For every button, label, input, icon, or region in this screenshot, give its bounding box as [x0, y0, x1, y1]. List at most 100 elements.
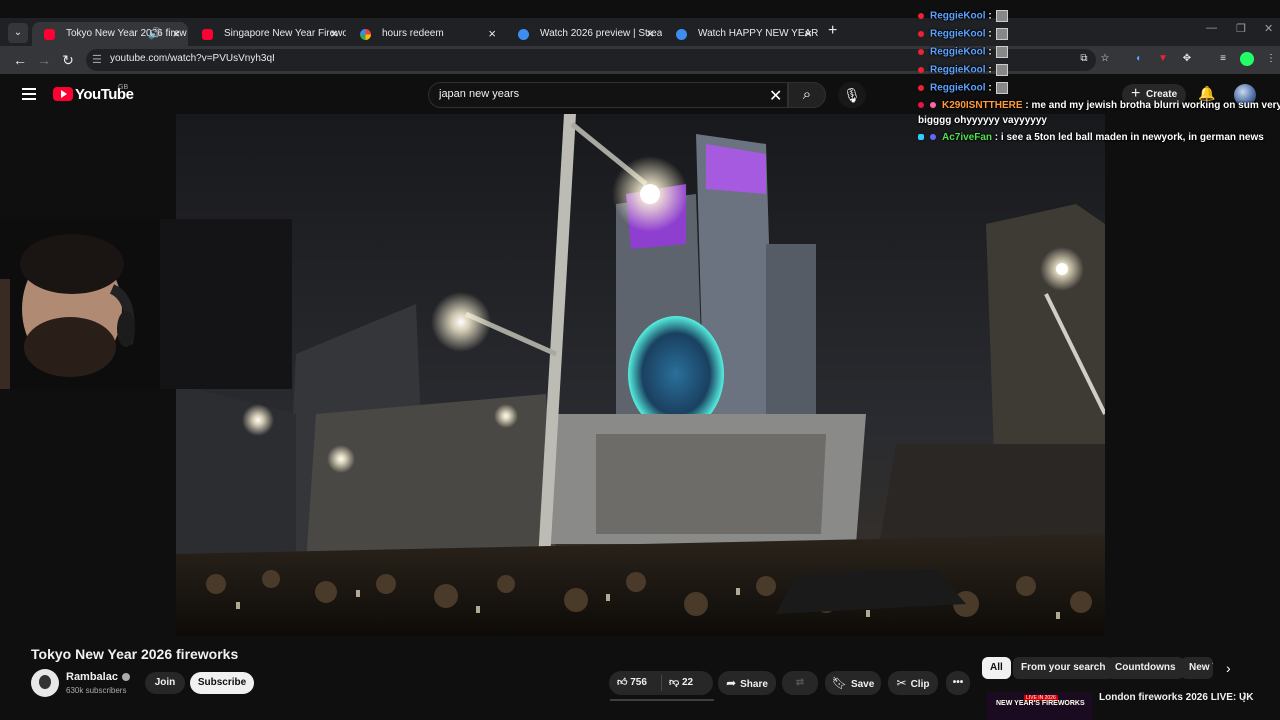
recommendation-title[interactable]: London fireworks 2026 LIVE: UK [1099, 692, 1253, 703]
chat-badge-icon [918, 67, 924, 73]
chat-message: ReggieKool : [918, 28, 1008, 40]
chat-message: ReggieKool : [918, 64, 1008, 76]
search-input[interactable] [439, 88, 759, 100]
stream-chat-overlay: ReggieKool : ReggieKool : ReggieKool : R… [914, 0, 1280, 150]
url-text: youtube.com/watch?v=PVUsVnyh3qI [110, 53, 275, 64]
chat-emote-icon [995, 64, 1008, 76]
thumbs-up-icon: 👍︎ [617, 677, 631, 688]
chip-countdowns[interactable]: Countdowns [1107, 657, 1184, 679]
microphone-icon: 🎙 [843, 87, 861, 103]
streamable-favicon-icon [518, 29, 529, 40]
tab-streamable-2026[interactable]: Watch 2026 preview | Streamab × [506, 22, 662, 46]
more-actions-button[interactable]: ••• [946, 671, 970, 695]
scissors-icon: ✂ [896, 676, 907, 690]
recommendation-thumbnail[interactable]: LIVE IN 2026 NEW YEAR'S FIREWORKS [986, 692, 1092, 720]
close-icon[interactable]: × [646, 22, 654, 46]
thumbs-down-icon: 👎︎ [669, 677, 682, 688]
search-box: ✕ [428, 82, 788, 108]
youtube-logo-icon[interactable] [53, 87, 73, 101]
join-button[interactable]: Join [145, 672, 185, 694]
more-horizontal-icon: ••• [952, 677, 964, 688]
chat-message-continuation: bigggg ohyyyyyy vayyyyyy [918, 115, 1047, 126]
save-button[interactable]: 🔖︎ Save [825, 671, 881, 695]
subscriber-count: 630k subscribers [66, 686, 127, 695]
chip-from-your-search[interactable]: From your search [1013, 657, 1114, 679]
like-dislike-group: 👍︎ 756 👎︎ 22 [609, 671, 713, 695]
chat-emote-icon [995, 82, 1008, 94]
close-icon[interactable]: × [172, 22, 180, 46]
close-icon[interactable]: × [330, 22, 338, 46]
bookmark-icon: 🔖︎ [831, 676, 847, 690]
dislike-button[interactable]: 👎︎ 22 [669, 671, 693, 695]
chat-username: ReggieKool [930, 28, 986, 40]
chat-username: ReggieKool [930, 64, 986, 76]
streamable-favicon-icon [676, 29, 687, 40]
reload-icon[interactable]: ↻ [59, 51, 77, 69]
tab-search-button[interactable]: ⌄ [8, 23, 28, 43]
tab-singapore[interactable]: Singapore New Year Fireworks × [190, 22, 346, 46]
youtube-favicon-icon [202, 29, 213, 40]
like-count: 756 [630, 677, 647, 688]
search-button[interactable]: ⌕ [788, 82, 826, 108]
screen: ⌄ Tokyo New Year 2026 firew 🔊 × Singapor… [0, 0, 1280, 720]
subscribe-button[interactable]: Subscribe [190, 672, 254, 694]
tab-streamable-happy[interactable]: Watch HAPPY NEW YEAR | Stre × [664, 22, 820, 46]
chat-text: i see a 5ton led ball maden in newyork, … [1000, 132, 1264, 143]
tab-title: Singapore New Year Fireworks [224, 28, 346, 39]
chat-username: ReggieKool [930, 82, 986, 94]
chat-badge-icon [918, 49, 924, 55]
clip-label: Clip [910, 679, 930, 690]
clip-button[interactable]: ✂ Clip [888, 671, 938, 695]
video-player[interactable] [176, 114, 1105, 636]
chat-badge-icon [930, 134, 936, 141]
chat-badge-icon [918, 85, 924, 91]
close-icon[interactable]: × [804, 22, 812, 46]
chat-username: ReggieKool [930, 46, 986, 58]
chat-username: Ac7iveFan [942, 132, 993, 143]
verified-badge-icon [121, 673, 130, 682]
channel-name[interactable]: Rambalac [66, 671, 130, 683]
chat-badge-icon [918, 134, 924, 141]
channel-avatar[interactable] [31, 669, 59, 697]
forward-icon[interactable]: → [35, 51, 53, 69]
dislike-count: 22 [681, 677, 694, 688]
chat-message: ReggieKool : [918, 82, 1008, 94]
tab-title: Watch HAPPY NEW YEAR | Stre [698, 28, 820, 39]
chevron-right-icon[interactable]: › [1226, 660, 1231, 676]
close-icon[interactable]: × [488, 22, 496, 46]
video-frame [176, 114, 1105, 636]
tab-hours-redeem[interactable]: hours redeem × [348, 22, 504, 46]
voice-search-button[interactable]: 🎙 [838, 82, 866, 108]
chip-new-year[interactable]: New Y [1181, 657, 1213, 679]
youtube-favicon-icon [44, 29, 55, 40]
more-vertical-icon[interactable]: ⋮ [1238, 690, 1250, 704]
chat-emote-icon [995, 46, 1008, 58]
like-divider [661, 675, 662, 691]
share-button[interactable]: ➦ Share [718, 671, 776, 695]
like-button[interactable]: 👍︎ 756 [617, 671, 647, 695]
chip-all[interactable]: All [982, 657, 1011, 679]
chat-text: me and my jewish brotha blurri working o… [1031, 100, 1280, 111]
tab-tokyo[interactable]: Tokyo New Year 2026 firew 🔊 × [32, 22, 188, 46]
clear-search-icon[interactable]: ✕ [769, 86, 782, 106]
back-icon[interactable]: ← [11, 51, 29, 69]
region-label: GB [118, 84, 129, 91]
chat-emote-icon [995, 28, 1008, 40]
chat-message: ReggieKool : [918, 46, 1008, 58]
chat-username: K290ISNTTHERE [942, 100, 1023, 111]
new-tab-icon[interactable]: + [828, 22, 837, 40]
chat-text: bigggg ohyyyyyy vayyyyyy [918, 115, 1047, 126]
channel-name-text: Rambalac [66, 671, 118, 683]
chat-message: K290ISNTTHERE : me and my jewish brotha … [918, 100, 1280, 111]
chat-badge-icon [930, 102, 936, 109]
remix-button[interactable]: ⇄ [782, 671, 818, 695]
site-info-icon[interactable]: ☰ [92, 53, 106, 67]
streamer-webcam [0, 219, 292, 389]
chat-badge-icon [918, 13, 924, 19]
like-ratio-bar [610, 699, 714, 701]
share-icon: ➦ [726, 676, 737, 690]
save-label: Save [850, 679, 875, 690]
speaker-icon[interactable]: 🔊 [148, 22, 162, 46]
video-title: Tokyo New Year 2026 fireworks [31, 646, 239, 662]
hamburger-menu-icon[interactable] [22, 88, 36, 100]
